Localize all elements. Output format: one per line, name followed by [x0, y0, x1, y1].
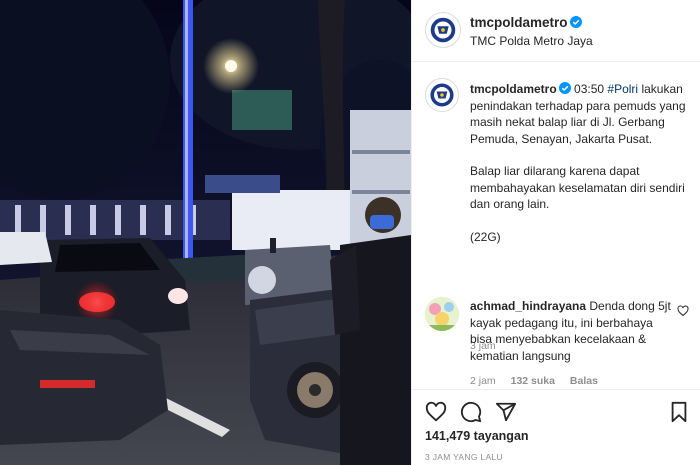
comment-like-icon[interactable] — [677, 305, 689, 317]
verified-badge-icon — [558, 82, 571, 94]
commenter-username[interactable]: achmad_hindrayana — [470, 299, 586, 313]
comment-text: achmad_hindrayana Denda dong 5jt kayak p… — [470, 298, 675, 364]
share-icon — [495, 402, 517, 422]
commenter-photo — [425, 297, 459, 331]
post-header: tmcpoldametro TMC Polda Metro Jaya — [412, 0, 700, 62]
account-subtitle[interactable]: TMC Polda Metro Jaya — [470, 34, 593, 48]
caption-line-3: (22G) — [470, 229, 501, 244]
police-logo-icon — [427, 80, 457, 110]
post-timestamp[interactable]: 3 JAM YANG LALU — [425, 452, 503, 462]
action-bar — [412, 389, 700, 429]
reply-button[interactable]: Balas — [570, 375, 598, 387]
caption-username[interactable]: tmcpoldametro — [470, 82, 557, 96]
comment-age[interactable]: 2 jam — [470, 375, 496, 387]
caption-time: 03:50 — [574, 82, 605, 96]
username-text[interactable]: tmcpoldametro — [470, 15, 568, 30]
comment-meta: 2 jam 132 suka Balas — [470, 375, 610, 387]
caption-line-2: Balap liar dilarang karena dapat membaha… — [470, 164, 685, 211]
comment-icon — [460, 401, 482, 423]
commenter-avatar[interactable] — [425, 297, 459, 331]
hashtag-link[interactable]: #Polri — [607, 82, 638, 96]
bookmark-icon — [671, 401, 687, 423]
post-sidebar: tmcpoldametro TMC Polda Metro Jaya tmcpo… — [411, 0, 700, 465]
verified-badge-icon — [569, 16, 582, 28]
police-logo-icon — [427, 14, 459, 46]
night-street-scene — [0, 0, 411, 465]
heart-icon — [425, 401, 447, 422]
share-button[interactable] — [495, 401, 517, 423]
account-avatar[interactable] — [425, 12, 461, 48]
save-button[interactable] — [668, 401, 690, 423]
account-username[interactable]: tmcpoldametro — [470, 15, 582, 30]
post-video[interactable] — [0, 0, 411, 465]
view-count[interactable]: 141,479 tayangan — [425, 429, 529, 443]
caption-avatar[interactable] — [425, 78, 459, 112]
caption-text: tmcpoldametro 03:50 #Polri lakukan penin… — [470, 81, 692, 261]
comment-likes[interactable]: 132 suka — [511, 375, 555, 387]
comment-button[interactable] — [460, 401, 482, 423]
like-button[interactable] — [425, 401, 447, 423]
